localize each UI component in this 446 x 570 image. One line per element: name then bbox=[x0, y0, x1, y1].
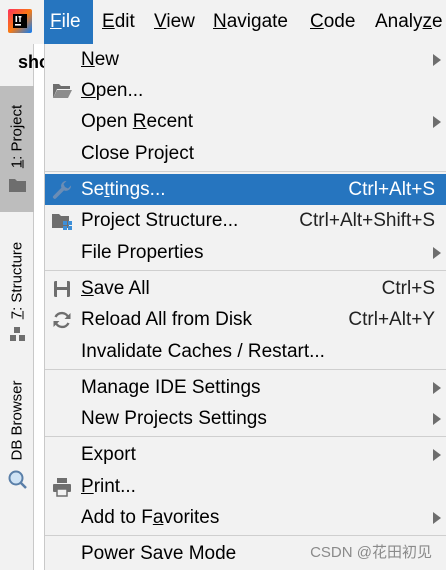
menu-item-label: New bbox=[81, 49, 120, 70]
menu-item-label: Print... bbox=[81, 476, 136, 497]
submenu-arrow-icon bbox=[433, 54, 441, 66]
left-tool-strip: 1: Project 7: Structure DB Browser bbox=[0, 44, 34, 570]
menu-item-close-project[interactable]: Close Project bbox=[45, 138, 446, 169]
intellij-logo-icon[interactable] bbox=[8, 9, 32, 33]
tool-tab-db-browser[interactable]: DB Browser bbox=[0, 370, 34, 494]
menu-item-label: Manage IDE Settings bbox=[81, 377, 261, 398]
menu-separator bbox=[45, 535, 446, 536]
watermark: CSDN @花田初见 bbox=[310, 544, 432, 561]
menu-item-invalidate-caches[interactable]: Invalidate Caches / Restart... bbox=[45, 336, 446, 367]
menu-item-open[interactable]: Open... bbox=[45, 75, 446, 106]
save-icon bbox=[54, 281, 70, 297]
folder-open-icon bbox=[53, 84, 72, 98]
tool-tab-structure-label: 7: Structure bbox=[8, 241, 26, 320]
file-menu-dropdown: New Open... Open Recent Close Project Se… bbox=[44, 44, 446, 570]
menu-separator bbox=[45, 270, 446, 271]
print-icon bbox=[53, 478, 71, 497]
menu-item-shortcut: Ctrl+Alt+Shift+S bbox=[299, 210, 435, 231]
menu-item-export[interactable]: Export bbox=[45, 439, 446, 470]
tool-tab-db-browser-label: DB Browser bbox=[8, 380, 26, 461]
menu-item-open-recent[interactable]: Open Recent bbox=[45, 106, 446, 137]
submenu-arrow-icon bbox=[433, 382, 441, 394]
submenu-arrow-icon bbox=[433, 413, 441, 425]
menu-item-label: File Properties bbox=[81, 242, 204, 263]
editor-tab-label[interactable]: sho bbox=[18, 52, 46, 73]
menu-item-new-projects-settings[interactable]: New Projects Settings bbox=[45, 403, 446, 434]
menu-item-label: Reload All from Disk bbox=[81, 309, 253, 330]
menu-item-new[interactable]: New bbox=[45, 44, 446, 75]
project-structure-icon bbox=[52, 214, 72, 230]
menu-item-shortcut: Ctrl+S bbox=[381, 278, 435, 299]
tool-tab-structure[interactable]: 7: Structure bbox=[0, 226, 34, 350]
menu-item-print[interactable]: Print... bbox=[45, 471, 446, 502]
menu-item-label: Invalidate Caches / Restart... bbox=[81, 341, 325, 362]
menu-file[interactable]: File bbox=[44, 0, 93, 44]
menu-analyze[interactable]: Analyze bbox=[369, 0, 446, 44]
structure-icon bbox=[10, 327, 25, 341]
menu-bar: File Edit View Navigate Code Analyze bbox=[0, 0, 446, 44]
menu-item-add-to-favorites[interactable]: Add to Favorites bbox=[45, 502, 446, 533]
menu-item-label: Export bbox=[81, 444, 136, 465]
menu-item-file-properties[interactable]: File Properties bbox=[45, 237, 446, 268]
menu-item-shortcut: Ctrl+Alt+Y bbox=[348, 309, 435, 330]
menu-item-save-all[interactable]: Save All Ctrl+S bbox=[45, 273, 446, 304]
menu-separator bbox=[45, 436, 446, 437]
menu-item-shortcut: Ctrl+Alt+S bbox=[348, 179, 435, 200]
menu-view[interactable]: View bbox=[148, 0, 201, 44]
menu-item-label: Open Recent bbox=[81, 111, 193, 132]
menu-item-settings[interactable]: Settings... Ctrl+Alt+S bbox=[45, 174, 446, 205]
wrench-icon bbox=[52, 181, 72, 199]
menu-separator bbox=[45, 369, 446, 370]
menu-item-label: New Projects Settings bbox=[81, 408, 267, 429]
menu-item-label: Project Structure... bbox=[81, 210, 239, 231]
menu-item-label: Close Project bbox=[81, 143, 194, 164]
menu-item-label: Add to Favorites bbox=[81, 507, 220, 528]
tool-tab-project-label: 1: Project bbox=[8, 104, 26, 169]
menu-edit[interactable]: Edit bbox=[96, 0, 141, 44]
menu-code[interactable]: Code bbox=[304, 0, 361, 44]
menu-item-manage-ide-settings[interactable]: Manage IDE Settings bbox=[45, 372, 446, 403]
reload-icon bbox=[53, 311, 71, 329]
submenu-arrow-icon bbox=[433, 512, 441, 524]
db-browser-icon bbox=[8, 470, 27, 489]
menu-item-label: Save All bbox=[81, 278, 150, 299]
menu-separator bbox=[45, 171, 446, 172]
submenu-arrow-icon bbox=[433, 247, 441, 259]
menu-item-reload-all[interactable]: Reload All from Disk Ctrl+Alt+Y bbox=[45, 304, 446, 335]
menu-item-label: Power Save Mode bbox=[81, 543, 237, 564]
submenu-arrow-icon bbox=[433, 116, 441, 128]
menu-navigate[interactable]: Navigate bbox=[207, 0, 294, 44]
submenu-arrow-icon bbox=[433, 449, 441, 461]
folder-icon bbox=[9, 179, 26, 192]
menu-item-label: Settings... bbox=[81, 179, 166, 200]
menu-item-label: Open... bbox=[81, 80, 144, 101]
tool-tab-project[interactable]: 1: Project bbox=[0, 86, 34, 212]
menu-item-project-structure[interactable]: Project Structure... Ctrl+Alt+Shift+S bbox=[45, 205, 446, 236]
